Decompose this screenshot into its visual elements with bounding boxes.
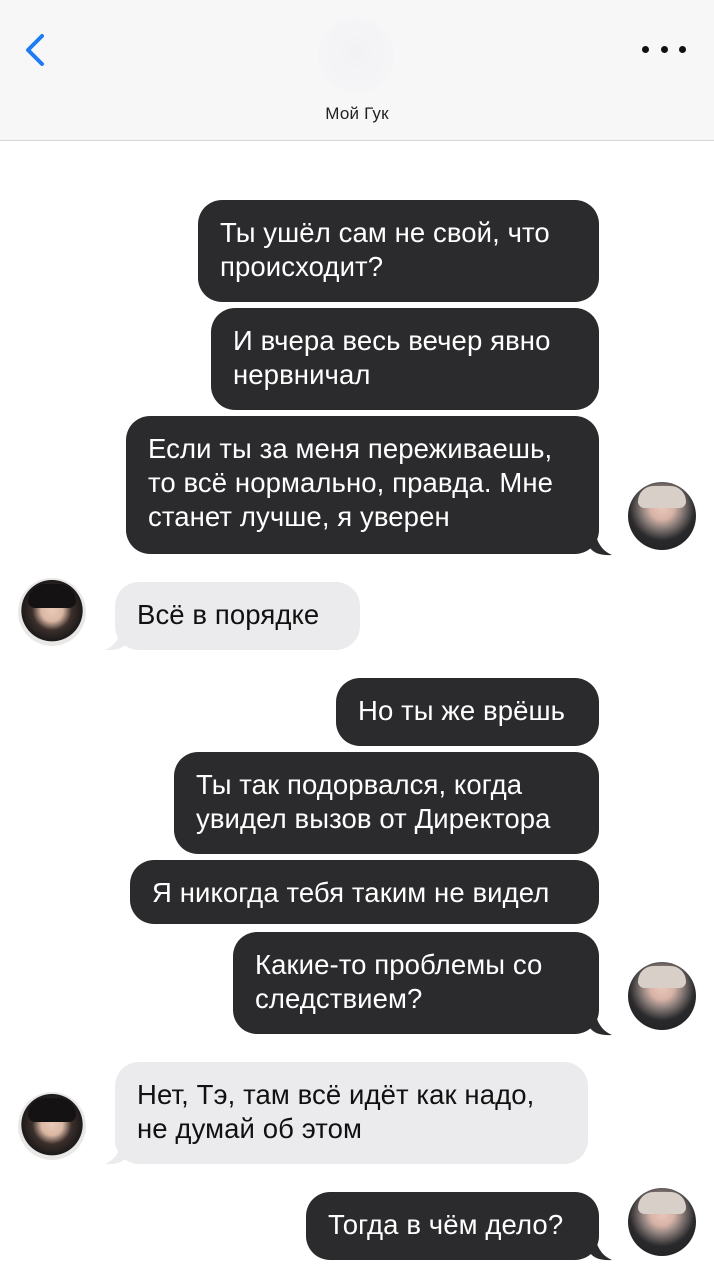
message-text: Я никогда тебя таким не видел	[152, 877, 550, 908]
avatar-hair	[28, 584, 76, 608]
avatar[interactable]	[628, 962, 696, 1030]
bubble-tail	[105, 631, 127, 651]
message-bubble-outgoing[interactable]: Но ты же врёшь	[336, 678, 599, 746]
contact-avatar[interactable]	[318, 18, 394, 94]
message-text: Если ты за меня переживаешь, то всё норм…	[148, 433, 554, 532]
bubble-tail	[590, 536, 612, 556]
message-bubble-outgoing[interactable]: Ты ушёл сам не свой, что происходит?	[198, 200, 599, 302]
back-button[interactable]	[18, 30, 58, 70]
message-bubble-outgoing[interactable]: Ты так подорвался, когда увидел вызов от…	[174, 752, 599, 854]
message-text: Но ты же врёшь	[358, 695, 566, 726]
avatar-hair	[638, 966, 686, 988]
avatar[interactable]	[18, 1092, 86, 1160]
more-dot	[660, 45, 668, 53]
contact-name[interactable]: Мой Гук	[0, 104, 714, 124]
bubble-tail	[590, 1241, 612, 1261]
message-bubble-incoming[interactable]: Всё в порядке	[115, 582, 360, 650]
chevron-left-icon	[26, 34, 44, 66]
bubble-tail	[590, 1016, 612, 1036]
bubble-tail	[105, 1145, 127, 1165]
avatar-hair	[28, 1098, 76, 1122]
message-text: Нет, Тэ, там всё идёт как надо, не думай…	[137, 1079, 535, 1144]
message-bubble-outgoing[interactable]: И вчера весь вечер явно нервничал	[211, 308, 599, 410]
message-text: И вчера весь вечер явно нервничал	[233, 325, 551, 390]
avatar[interactable]	[628, 1188, 696, 1256]
avatar-hair	[638, 1192, 686, 1214]
message-bubble-outgoing[interactable]: Я никогда тебя таким не видел	[130, 860, 599, 924]
avatar-hair	[638, 486, 686, 508]
message-bubble-outgoing[interactable]: Тогда в чём дело?	[306, 1192, 599, 1260]
message-text: Ты ушёл сам не свой, что происходит?	[220, 217, 550, 282]
avatar[interactable]	[18, 578, 86, 646]
more-horizontal-icon	[642, 45, 649, 53]
message-text: Ты так подорвался, когда увидел вызов от…	[196, 769, 551, 834]
chat-header: Мой Гук	[0, 0, 714, 141]
message-text: Тогда в чём дело?	[328, 1209, 564, 1240]
message-bubble-outgoing[interactable]: Какие-то проблемы со следствием?	[233, 932, 599, 1034]
message-text: Какие-то проблемы со следствием?	[255, 949, 543, 1014]
message-bubble-outgoing[interactable]: Если ты за меня переживаешь, то всё норм…	[126, 416, 599, 554]
message-bubble-incoming[interactable]: Нет, Тэ, там всё идёт как надо, не думай…	[115, 1062, 588, 1164]
avatar[interactable]	[628, 482, 696, 550]
more-options-button[interactable]	[642, 36, 686, 62]
more-dot	[679, 45, 686, 53]
message-text: Всё в порядке	[137, 599, 320, 630]
